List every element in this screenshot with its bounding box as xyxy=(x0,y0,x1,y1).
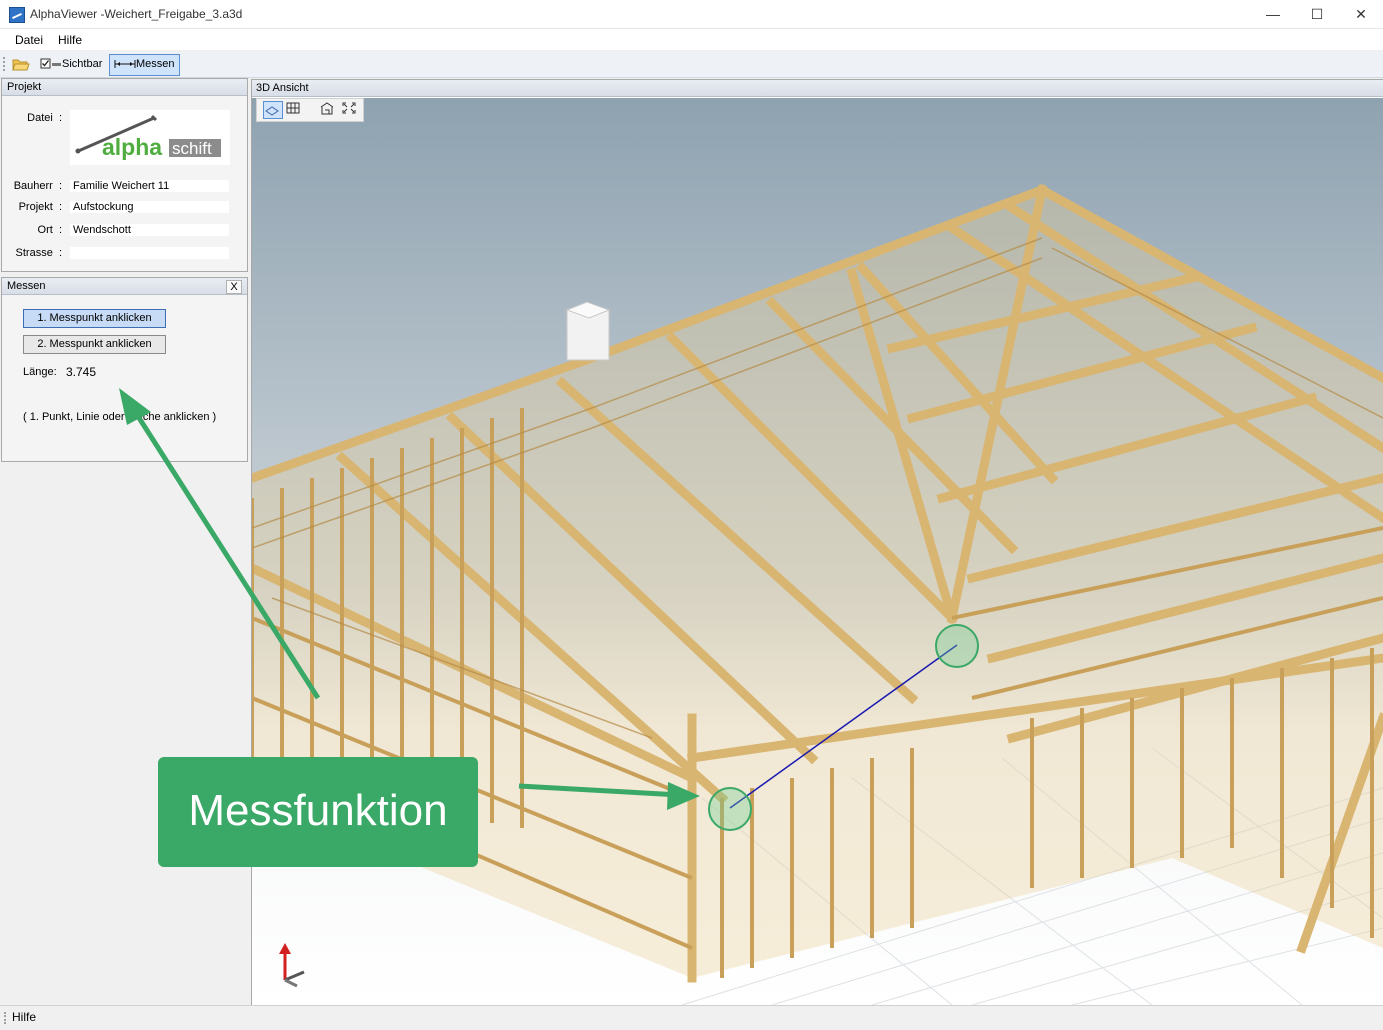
field-label-strasse: Strasse : xyxy=(15,247,62,259)
grid-view-button[interactable] xyxy=(285,101,303,117)
statusbar-grip xyxy=(4,1012,8,1024)
messen-label: Messen xyxy=(136,58,175,70)
messpunkt-2-button[interactable]: 2. Messpunkt anklicken xyxy=(23,335,166,354)
app-icon xyxy=(9,7,25,23)
field-label-projekt: Projekt : xyxy=(18,201,62,213)
house-icon xyxy=(320,102,334,115)
fit-view-button[interactable] xyxy=(341,101,359,117)
grid-icon xyxy=(286,102,300,114)
window-title: AlphaViewer -Weichert_Freigabe_3.a3d xyxy=(30,7,243,21)
status-text: Hilfe xyxy=(12,1010,37,1024)
length-label: Länge: xyxy=(23,366,57,378)
length-value: 3.745 xyxy=(66,365,97,379)
close-button[interactable]: ✕ xyxy=(1339,0,1383,28)
project-panel: Projekt xyxy=(1,78,248,272)
perspective-view-button[interactable] xyxy=(263,101,283,119)
menu-datei[interactable]: Datei xyxy=(15,33,43,47)
main-toolbar: Sichtbar Messen xyxy=(0,51,1383,78)
3d-viewport[interactable] xyxy=(252,98,1383,1005)
projekt-field[interactable]: Aufstockung xyxy=(70,201,229,213)
measure-panel-header: Messen X xyxy=(2,278,247,295)
menu-hilfe[interactable]: Hilfe xyxy=(58,33,82,47)
minimize-button[interactable]: — xyxy=(1251,0,1295,28)
perspective-icon xyxy=(265,106,279,116)
3d-view-header: 3D Ansicht xyxy=(252,80,1383,97)
checkbox-icon xyxy=(40,58,61,69)
folder-open-icon xyxy=(12,59,30,71)
logo-schift-text: schift xyxy=(172,139,212,158)
measure-hint: ( 1. Punkt, Linie oder Fläche anklicken … xyxy=(23,411,217,423)
toolbar-grip[interactable] xyxy=(3,57,7,71)
alphaschift-logo: alpha schift xyxy=(70,110,230,165)
measure-point-1-marker xyxy=(708,787,752,831)
maximize-button[interactable]: ☐ xyxy=(1295,0,1339,28)
status-bar: Hilfe xyxy=(0,1005,1383,1030)
strasse-field[interactable] xyxy=(70,247,229,259)
measure-icon xyxy=(114,60,136,68)
expand-icon xyxy=(342,102,356,114)
title-bar: AlphaViewer -Weichert_Freigabe_3.a3d — ☐… xyxy=(0,0,1383,29)
ort-field[interactable]: Wendschott xyxy=(70,224,229,236)
open-folder-button[interactable] xyxy=(12,54,32,74)
field-label-ort: Ort : xyxy=(37,224,62,236)
bauherr-field[interactable]: Familie Weichert 11 xyxy=(70,180,229,192)
sichtbar-label: Sichtbar xyxy=(62,58,103,70)
menu-bar: Datei Hilfe xyxy=(0,29,1383,50)
messfunktion-callout: Messfunktion xyxy=(158,757,478,867)
measure-panel-title: Messen xyxy=(7,280,46,292)
logo-alpha-text: alpha xyxy=(102,134,162,160)
view-toolbar xyxy=(256,98,364,122)
project-panel-header: Projekt xyxy=(2,79,247,96)
field-label-bauherr: Bauherr : xyxy=(13,180,62,192)
sichtbar-button[interactable]: Sichtbar xyxy=(36,54,106,74)
measure-point-2-marker xyxy=(935,624,979,668)
messen-button[interactable]: Messen xyxy=(109,54,180,76)
messpunkt-1-button[interactable]: 1. Messpunkt anklicken xyxy=(23,309,166,328)
field-label-datei: Datei : xyxy=(27,112,62,124)
measure-panel-close-button[interactable]: X xyxy=(226,280,242,294)
house-view-button[interactable] xyxy=(319,101,337,117)
